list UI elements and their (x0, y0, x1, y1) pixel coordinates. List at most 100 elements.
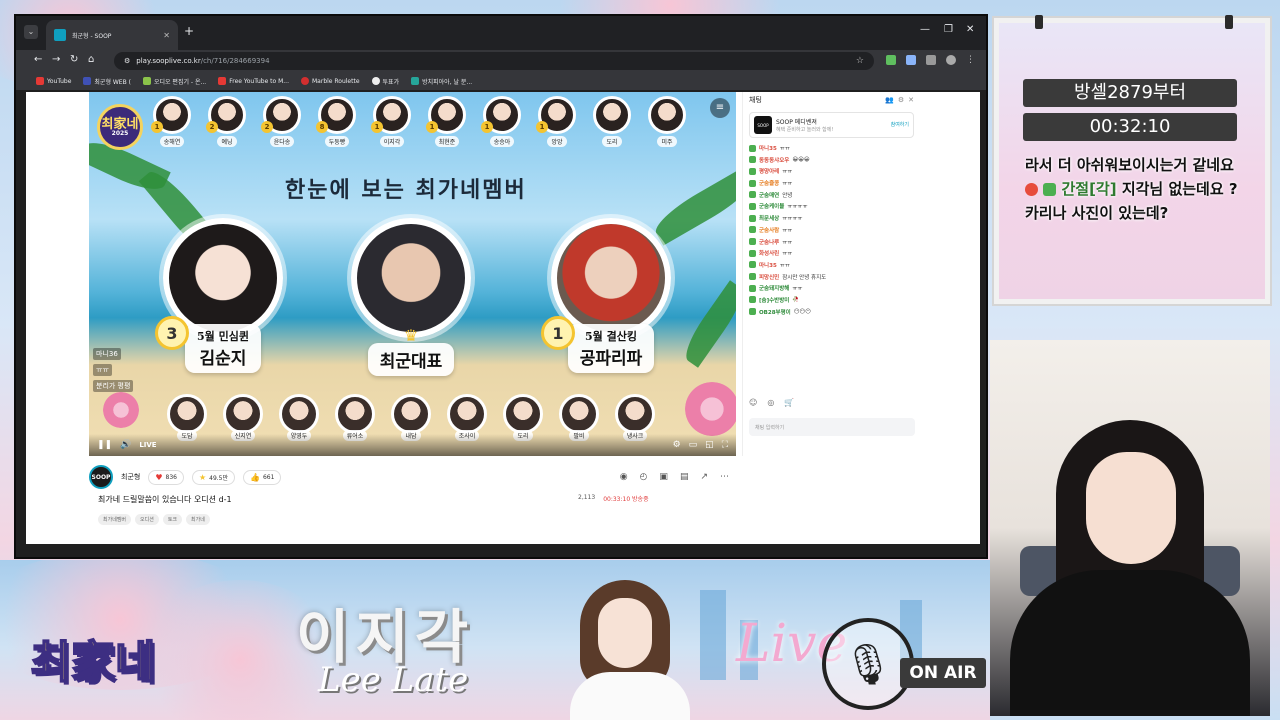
pin-decoration (1225, 15, 1233, 29)
user-list-icon[interactable]: 👥 (885, 96, 894, 104)
rank-badge: 1 (371, 121, 383, 133)
more-icon[interactable]: ⋯ (720, 472, 729, 482)
like-count[interactable]: 👍 661 (243, 469, 282, 485)
member-photo: 1 (371, 96, 411, 134)
promo-link[interactable]: 참여하기 (891, 121, 909, 128)
shop-icon[interactable]: 🛒 (784, 398, 794, 407)
donation-icon[interactable]: ◎ (767, 398, 774, 407)
home-icon[interactable]: ⌂ (88, 54, 94, 65)
bookmark-item[interactable]: Marble Roulette (301, 77, 360, 85)
fullscreen-icon[interactable]: ⛶ (722, 440, 728, 450)
new-tab-button[interactable]: + (184, 24, 194, 38)
close-window-button[interactable]: ✕ (966, 24, 974, 35)
chat-username[interactable]: 군숨사람 (759, 226, 779, 234)
tag-item[interactable]: 토크 (162, 514, 183, 525)
pin-decoration (1035, 15, 1043, 29)
fan-badge-icon (749, 238, 756, 245)
profile-icon[interactable] (946, 55, 956, 65)
more-menu-icon[interactable]: ⋮ (966, 55, 976, 65)
chat-username[interactable]: [숨]수반방미 (759, 296, 789, 304)
featured-member-center: ♛ 최군대표 (351, 218, 471, 376)
chat-username[interactable]: 최문세상 (759, 214, 779, 222)
member-photo: 8 (316, 96, 356, 134)
chat-input[interactable]: 채팅 입력하기 (749, 418, 915, 436)
promo-title: SOOP 메디벤져 (776, 119, 817, 126)
record-icon[interactable]: ◉ (620, 472, 628, 482)
bookmark-item[interactable]: 방치피아아, 날 분... (411, 77, 472, 86)
address-bar[interactable]: ⚙ play.sooplive.co.kr /ch/716/284669394 … (114, 52, 874, 70)
site-info-icon[interactable]: ⚙ (124, 57, 130, 65)
bookmark-item[interactable]: YouTube (36, 77, 71, 85)
chat-tools: ☺ ◎ 🛒 (749, 398, 794, 407)
pause-icon[interactable]: ❚❚ (97, 440, 112, 450)
chat-title: 채팅 (749, 96, 762, 104)
clip-icon[interactable]: ▣ (659, 472, 668, 482)
minimize-button[interactable]: — (920, 24, 930, 35)
chat-username[interactable]: 군숨케이블 (759, 202, 784, 210)
chat-username[interactable]: OB28부평이 (759, 308, 791, 316)
member-card: 1 최현준 (426, 96, 468, 147)
emoji-icon[interactable]: ☺ (749, 398, 757, 407)
chat-text: 안녕 (782, 192, 793, 199)
member-photo (335, 394, 375, 434)
calendar-icon[interactable]: ▤ (680, 472, 689, 482)
overlay-chat-text: 지각님 없는데요 ? 카리나 사진이 있는데? (1025, 180, 1238, 222)
chat-username[interactable]: 피망신민 (759, 273, 779, 281)
extension-icon[interactable] (906, 55, 916, 65)
chat-username[interactable]: 마니35 (759, 261, 777, 269)
bookmark-item[interactable]: 최군형 WEB ( (83, 77, 131, 86)
member-photo (391, 394, 431, 434)
clock-icon[interactable]: ◴ (640, 472, 648, 482)
close-tab-icon[interactable]: ✕ (163, 31, 170, 40)
member-photo (559, 394, 599, 434)
video-player[interactable]: 최家네 2025 1 송해연 2 예닝 2 윤다송 8 두둥빵 1 이지각 1 최현준 1 송… (89, 92, 736, 456)
tab-search-button[interactable]: ⌄ (24, 25, 38, 39)
chat-promo-banner[interactable]: SOOP SOOP 메디벤져 혜택 준비하고 놀러와 함께! 참여하기 (749, 112, 914, 138)
bookmark-item[interactable]: 오디오 편집기 - 온... (142, 77, 206, 86)
browser-tab[interactable]: 최군형 - SOOP ✕ (46, 20, 178, 50)
bookmark-item[interactable]: 투표가 (371, 77, 399, 86)
member-name: 두둥빵 (324, 136, 350, 147)
volume-icon[interactable]: 🔊 (120, 440, 131, 450)
tag-item[interactable]: 최가네 (186, 514, 210, 525)
forward-icon[interactable]: → (52, 54, 60, 65)
timer-label: 방셀2879부터 (1023, 79, 1237, 107)
maximize-button[interactable]: ❐ (944, 24, 953, 35)
chat-username[interactable]: 동동동샤오우 (759, 156, 789, 164)
fan-badge-icon (749, 167, 756, 175)
chat-username[interactable]: 평양아레 (759, 167, 779, 175)
settings-icon[interactable]: ⚙ (673, 440, 681, 450)
chat-message: OB28부평이 😶😶😶 (749, 308, 914, 316)
share-icon[interactable]: ↗ (700, 472, 708, 482)
favorite-count[interactable]: ★ 49.5만 (191, 469, 236, 485)
reload-icon[interactable]: ↻ (70, 54, 78, 65)
chat-username[interactable]: 군숨돼지방해 (759, 284, 789, 292)
extension-icon[interactable] (886, 55, 896, 65)
streamer-avatar[interactable]: SOOP (89, 465, 113, 489)
illustration-face (598, 598, 652, 668)
tag-item[interactable]: 오디션 (135, 514, 159, 525)
tag-item[interactable]: 최가네멤버 (98, 514, 132, 525)
member-name: 예닝 (217, 136, 237, 147)
chat-settings-icon[interactable]: ⚙ (898, 96, 904, 104)
chat-username[interactable]: 마니35 (759, 144, 777, 152)
featured-rank-badge: 1 (541, 316, 575, 350)
pip-icon[interactable]: ◱ (705, 440, 714, 450)
streamer-name[interactable]: 최군형 (121, 472, 140, 482)
member-photo (615, 394, 655, 434)
chat-username[interactable]: 군숨매연 (759, 191, 779, 199)
chat-text: ㅠㅠ (782, 239, 793, 246)
back-icon[interactable]: ← (34, 54, 42, 65)
bookmark-star-icon[interactable]: ☆ (856, 56, 864, 66)
fan-count[interactable]: ♥ 836 (148, 469, 184, 485)
chat-username[interactable]: 군숨나루 (759, 238, 779, 246)
rank-badge: 1 (536, 121, 548, 133)
extension-icon[interactable] (926, 55, 936, 65)
chat-username[interactable]: 화성사린 (759, 249, 779, 257)
bookmark-item[interactable]: Free YouTube to M... (218, 77, 289, 85)
chat-username[interactable]: 군숨줄콩 (759, 179, 779, 187)
close-chat-icon[interactable]: ✕ (908, 96, 914, 104)
player-menu-icon[interactable]: ≡ (710, 98, 730, 118)
theater-mode-icon[interactable]: ▭ (689, 440, 698, 450)
soop-page: 최家네 2025 1 송해연 2 예닝 2 윤다송 8 두둥빵 1 이지각 1 최현준 1 송… (26, 92, 980, 544)
